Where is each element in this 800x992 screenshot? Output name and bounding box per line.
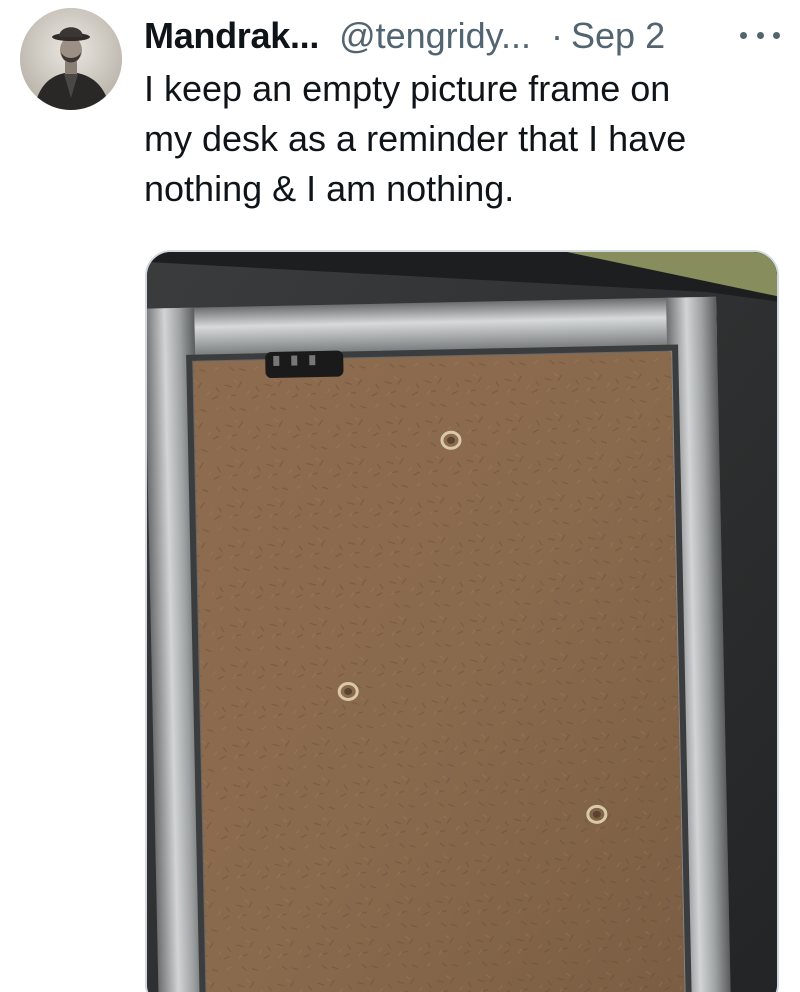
tweet-text: I keep an empty picture frame on my desk…	[144, 68, 687, 209]
tweet-header: Mandrak... @tengridy... · Sep 2	[144, 12, 665, 60]
tweet-media[interactable]	[145, 250, 779, 992]
more-dots-icon[interactable]	[740, 20, 780, 50]
dot	[773, 31, 780, 39]
dot	[756, 31, 764, 39]
author-handle[interactable]: @tengridy...	[339, 12, 531, 60]
tweet-date[interactable]: Sep 2	[571, 12, 665, 60]
empty-picture-frame-photo	[147, 252, 777, 992]
avatar-portrait-image	[20, 8, 122, 110]
author-name[interactable]: Mandrak...	[144, 12, 319, 60]
tweet[interactable]: Mandrak... @tengridy... · Sep 2 I keep a…	[0, 0, 800, 992]
separator-dot: ·	[551, 15, 564, 56]
avatar[interactable]	[20, 8, 122, 110]
dot	[740, 31, 747, 39]
